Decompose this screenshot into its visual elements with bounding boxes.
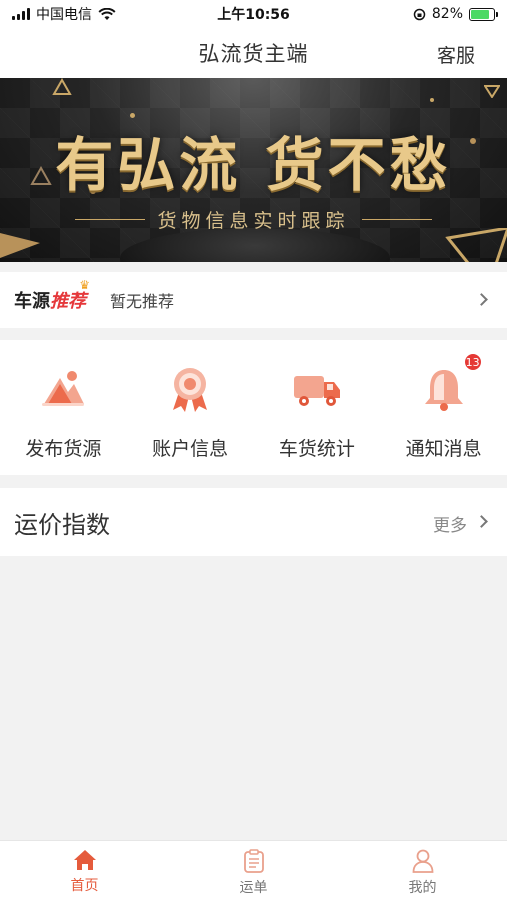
signal-icon: [12, 8, 30, 20]
menu-item-vehicle-cargo-stats[interactable]: 车货统计: [254, 340, 381, 475]
bell-icon: 13: [419, 352, 483, 414]
menu-item-account-info[interactable]: 账户信息: [127, 340, 254, 475]
freight-index-header: 运价指数 更多: [0, 488, 507, 556]
tab-label: 运单: [239, 880, 268, 896]
menu-item-label: 账户信息: [152, 438, 229, 460]
menu-item-label: 发布货源: [25, 438, 102, 460]
user-icon: [412, 849, 433, 873]
battery-percent: 82%: [431, 6, 463, 22]
triangle-decoration: [52, 78, 72, 95]
notification-count-badge: 13: [462, 352, 483, 372]
tab-label: 我的: [408, 880, 437, 896]
vehicle-source-label-prefix: 车源: [14, 291, 50, 312]
home-icon: [73, 850, 96, 870]
tab-bar: 首页 运单 我的: [0, 840, 507, 900]
section-title: 运价指数: [14, 510, 110, 539]
publish-icon: [38, 364, 88, 414]
banner-subheadline-row: 货物信息实时跟踪: [0, 206, 507, 233]
nav-bar: 弘流货主端 客服: [0, 28, 507, 78]
tab-mine[interactable]: 我的: [338, 841, 507, 900]
tab-waybill[interactable]: 运单: [169, 841, 338, 900]
tab-home[interactable]: 首页: [0, 841, 169, 900]
crown-icon: ♛: [79, 278, 90, 292]
truck-icon: [292, 364, 342, 414]
vehicle-source-recommend-row[interactable]: 车源推荐 ♛ 暂无推荐: [0, 272, 507, 328]
promo-banner[interactable]: 有弘流 货不愁 货物信息实时跟踪: [0, 78, 507, 262]
vehicle-source-label: 车源推荐 ♛: [14, 278, 90, 313]
status-bar: 中国电信 上午10:56 82%: [0, 0, 507, 28]
wifi-icon: [98, 7, 116, 20]
menu-item-label: 车货统计: [278, 438, 355, 460]
more-link[interactable]: 更多: [433, 511, 467, 536]
vehicle-source-status: 暂无推荐: [110, 292, 175, 311]
divider: [361, 219, 432, 220]
vehicle-source-label-highlight: 推荐: [50, 291, 86, 312]
menu-item-publish-cargo[interactable]: 发布货源: [0, 340, 127, 475]
chevron-right-icon: [475, 293, 488, 306]
waybill-icon: [243, 849, 264, 873]
divider: [75, 219, 146, 220]
banner-headline: 有弘流 货不愁: [55, 131, 452, 199]
customer-service-button[interactable]: 客服: [437, 41, 475, 68]
sparkle-decoration: [430, 98, 434, 102]
triangle-decoration: [484, 85, 500, 98]
battery-icon: [469, 7, 498, 21]
quick-menu: 发布货源 账户信息 车货统计 13 通知消息: [0, 340, 507, 475]
page-title: 弘流货主端: [198, 42, 309, 66]
menu-item-notifications[interactable]: 13 通知消息: [380, 340, 507, 475]
account-badge-icon: [165, 364, 215, 414]
carrier-name: 中国电信: [36, 7, 92, 23]
banner-subheadline: 货物信息实时跟踪: [157, 210, 350, 232]
status-time: 上午10:56: [217, 7, 290, 23]
chevron-right-icon[interactable]: [475, 515, 488, 528]
menu-item-label: 通知消息: [405, 438, 482, 460]
triangle-decoration: [445, 228, 507, 262]
tab-label: 首页: [70, 878, 99, 894]
orientation-lock-icon: [413, 8, 426, 20]
